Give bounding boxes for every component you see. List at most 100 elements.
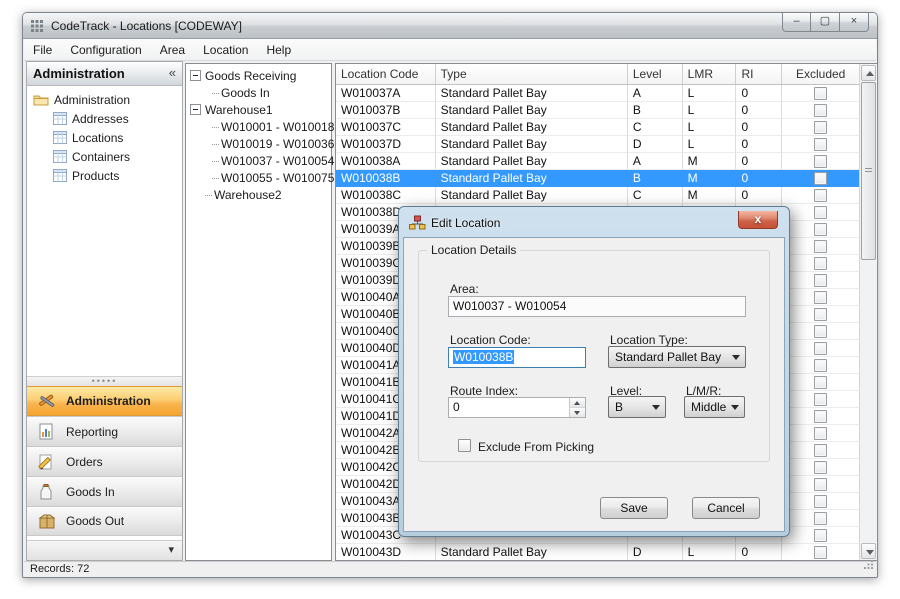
tree-node-goods-in[interactable]: Goods In	[186, 84, 331, 101]
resize-grip[interactable]	[864, 556, 874, 574]
tree-node-w010037-w010054[interactable]: W010037 - W010054	[186, 152, 331, 169]
excluded-checkbox[interactable]	[814, 121, 827, 134]
nav-button-goods-in[interactable]: Goods In	[27, 476, 182, 506]
nav-button-goods-out[interactable]: Goods Out	[27, 506, 182, 536]
vertical-scrollbar[interactable]	[859, 64, 877, 560]
sidebar-splitter[interactable]: •••••	[27, 376, 182, 386]
excluded-checkbox[interactable]	[814, 529, 827, 542]
table-row[interactable]: W010037BStandard Pallet BayBL0	[336, 102, 859, 119]
sidebar-item-locations[interactable]: Locations	[27, 128, 182, 147]
excluded-checkbox[interactable]	[814, 325, 827, 338]
excluded-checkbox[interactable]	[814, 274, 827, 287]
excluded-checkbox[interactable]	[814, 495, 827, 508]
sidebar-item-addresses[interactable]: Addresses	[27, 109, 182, 128]
group-label: Location Details	[427, 243, 520, 257]
nav-button-label: Goods In	[66, 485, 115, 499]
excluded-checkbox[interactable]	[814, 206, 827, 219]
scroll-thumb[interactable]	[861, 82, 876, 260]
excluded-checkbox[interactable]	[814, 155, 827, 168]
column-header-ri[interactable]: RI	[736, 64, 782, 84]
tree-node-warehouse1[interactable]: Warehouse1	[186, 101, 331, 118]
chevron-down-icon[interactable]: ▾	[168, 543, 174, 556]
excluded-checkbox[interactable]	[814, 172, 827, 185]
column-header-type[interactable]: Type	[436, 64, 628, 84]
route-index-stepper[interactable]: 0	[448, 397, 586, 418]
save-button[interactable]: Save	[600, 497, 668, 519]
column-header-location-code[interactable]: Location Code	[336, 64, 436, 84]
tree-node-label: W010055 - W010075	[212, 171, 334, 185]
excluded-checkbox[interactable]	[814, 104, 827, 117]
excluded-checkbox[interactable]	[814, 359, 827, 372]
excluded-checkbox[interactable]	[814, 342, 827, 355]
excluded-checkbox[interactable]	[814, 308, 827, 321]
excluded-checkbox[interactable]	[814, 291, 827, 304]
table-icon	[53, 112, 67, 125]
nav-button-administration[interactable]: Administration	[27, 386, 182, 416]
nav-button-reporting[interactable]: Reporting	[27, 416, 182, 446]
lmr-select[interactable]: Middle	[684, 396, 745, 418]
location-type-select[interactable]: Standard Pallet Bay	[608, 346, 746, 368]
sidebar-item-containers[interactable]: Containers	[27, 147, 182, 166]
column-header-lmr[interactable]: LMR	[683, 64, 737, 84]
excluded-checkbox[interactable]	[814, 138, 827, 151]
collapse-expander-icon[interactable]	[190, 104, 201, 115]
tree-node-w010055-w010075[interactable]: W010055 - W010075	[186, 169, 331, 186]
excluded-checkbox[interactable]	[814, 376, 827, 389]
area-field[interactable]: W010037 - W010054	[448, 296, 746, 317]
close-button[interactable]: ×	[840, 13, 869, 32]
menu-item-configuration[interactable]: Configuration	[61, 40, 150, 60]
sidebar-item-products[interactable]: Products	[27, 166, 182, 185]
nav-overflow-strip[interactable]: ▾	[27, 540, 182, 560]
excluded-checkbox[interactable]	[814, 478, 827, 491]
tree-node-label: Goods In	[212, 86, 270, 100]
maximize-button[interactable]: ▢	[811, 13, 840, 32]
excluded-checkbox[interactable]	[814, 410, 827, 423]
dialog-close-button[interactable]: x	[738, 211, 778, 229]
menu-item-help[interactable]: Help	[257, 40, 300, 60]
table-row[interactable]: W010043DStandard Pallet BayDL0	[336, 544, 859, 560]
scroll-up-button[interactable]	[861, 65, 876, 81]
excluded-checkbox[interactable]	[814, 87, 827, 100]
menu-item-area[interactable]: Area	[151, 40, 194, 60]
excluded-checkbox[interactable]	[814, 512, 827, 525]
column-header-level[interactable]: Level	[628, 64, 683, 84]
excluded-checkbox[interactable]	[814, 444, 827, 457]
excluded-checkbox[interactable]	[814, 546, 827, 559]
menu-item-location[interactable]: Location	[194, 40, 257, 60]
folder-icon	[33, 93, 49, 106]
nav-button-orders[interactable]: Orders	[27, 446, 182, 476]
excluded-checkbox[interactable]	[814, 393, 827, 406]
tree-node-w010001-w010018[interactable]: W010001 - W010018	[186, 118, 331, 135]
tree-node-goods-receiving[interactable]: Goods Receiving	[186, 67, 331, 84]
excluded-checkbox[interactable]	[814, 223, 827, 236]
table-row[interactable]: W010038AStandard Pallet BayAM0	[336, 153, 859, 170]
tree-node-w010019-w010036[interactable]: W010019 - W010036	[186, 135, 331, 152]
level-select[interactable]: B	[608, 396, 666, 418]
table-row[interactable]: W010038CStandard Pallet BayCM0	[336, 187, 859, 204]
table-row[interactable]: W010037CStandard Pallet BayCL0	[336, 119, 859, 136]
exclude-from-picking-checkbox[interactable]	[458, 439, 471, 452]
collapse-icon[interactable]: «	[169, 65, 176, 80]
excluded-checkbox[interactable]	[814, 427, 827, 440]
cancel-button[interactable]: Cancel	[692, 497, 760, 519]
column-header-excluded[interactable]: Excluded	[782, 64, 859, 84]
excluded-checkbox[interactable]	[814, 257, 827, 270]
tree-node-warehouse2[interactable]: Warehouse2	[186, 186, 331, 203]
cell-type: Standard Pallet Bay	[436, 170, 628, 187]
excluded-checkbox[interactable]	[814, 461, 827, 474]
menu-item-file[interactable]: File	[24, 40, 61, 60]
collapse-expander-icon[interactable]	[190, 70, 201, 81]
titlebar[interactable]: CodeTrack - Locations [CODEWAY] – ▢ ×	[23, 13, 877, 39]
excluded-checkbox[interactable]	[814, 240, 827, 253]
minimize-button[interactable]: –	[782, 13, 811, 32]
location-code-field[interactable]: W010038B	[448, 347, 586, 368]
table-row[interactable]: W010037AStandard Pallet BayAL0	[336, 85, 859, 102]
excluded-checkbox[interactable]	[814, 189, 827, 202]
dialog-titlebar[interactable]: Edit Location x	[403, 210, 785, 236]
table-row[interactable]: W010037DStandard Pallet BayDL0	[336, 136, 859, 153]
cell-level: C	[628, 187, 683, 204]
sidebar-item-root[interactable]: Administration	[27, 90, 182, 109]
spin-up-button[interactable]	[570, 398, 585, 408]
table-row[interactable]: W010038BStandard Pallet BayBM0	[336, 170, 859, 187]
spin-down-button[interactable]	[570, 408, 585, 418]
